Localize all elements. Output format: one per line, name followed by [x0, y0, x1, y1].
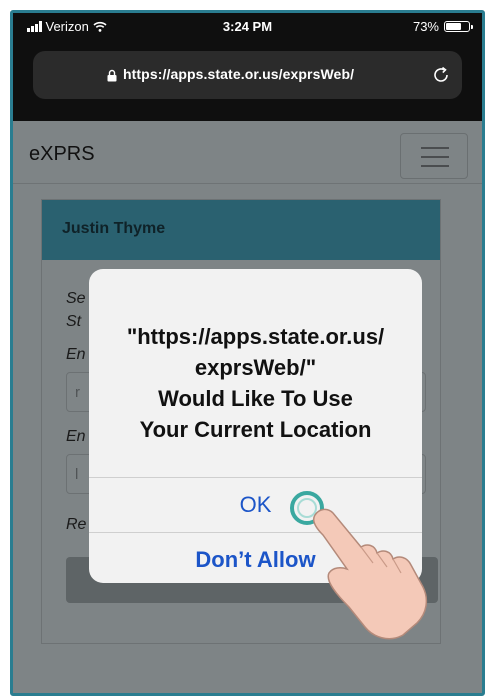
form-label-3: Re: [66, 516, 87, 533]
form-label-2: En: [66, 428, 86, 445]
battery-percent: 73%: [412, 19, 439, 34]
phone-screen: Verizon 3:24 PM 73% https://apps.state.o…: [10, 10, 485, 696]
dialog-message-line: Would Like To Use: [158, 386, 353, 411]
menu-button[interactable]: [400, 133, 468, 179]
status-right: 73%: [412, 19, 473, 34]
form-field-1-hint: r: [75, 384, 80, 401]
status-time: 3:24 PM: [222, 19, 273, 34]
app-navbar: eXPRS: [13, 121, 482, 184]
form-text-line1: Se: [66, 290, 86, 307]
form-text-line2: St: [66, 313, 82, 330]
app-brand[interactable]: eXPRS: [29, 143, 95, 166]
battery-icon: [444, 21, 473, 32]
form-label-1: En: [66, 346, 86, 363]
card-header: Justin Thyme: [42, 200, 440, 260]
dialog-message-line: "https://apps.state.or.us/: [126, 324, 385, 349]
menu-icon: [421, 147, 449, 149]
pointing-hand-icon: [312, 508, 428, 640]
lock-icon: [107, 69, 117, 82]
user-name: Justin Thyme: [62, 220, 166, 237]
dialog-message-line: Your Current Location: [139, 417, 372, 442]
status-bar: Verizon 3:24 PM 73%: [13, 13, 482, 43]
browser-url-area: https://apps.state.or.us/exprsWeb/: [13, 43, 482, 121]
url-text: https://apps.state.or.us/exprsWeb/: [123, 66, 355, 82]
reload-icon[interactable]: [430, 64, 452, 86]
dialog-message: "https://apps.state.or.us/ exprsWeb/" Wo…: [99, 321, 412, 445]
dialog-message-line: exprsWeb/": [194, 355, 317, 380]
form-field-2-hint: l: [75, 466, 79, 483]
address-bar[interactable]: https://apps.state.or.us/exprsWeb/: [33, 51, 462, 99]
